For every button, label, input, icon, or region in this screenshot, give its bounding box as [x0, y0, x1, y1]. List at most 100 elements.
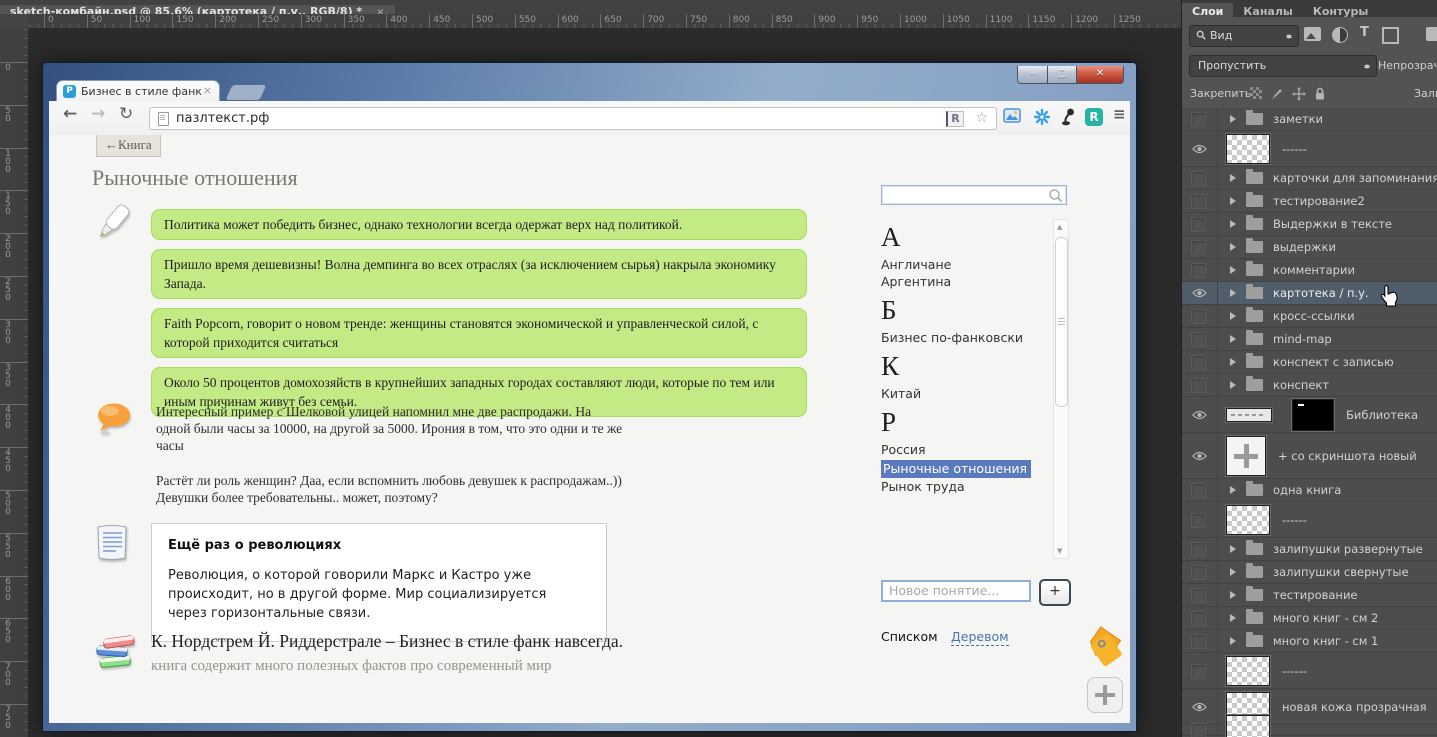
filter-pixel-layers-icon[interactable] — [1304, 27, 1321, 41]
visibility-toggle[interactable] — [1182, 538, 1218, 560]
visibility-toggle[interactable] — [1182, 328, 1218, 350]
index-item[interactable]: Рынок труда — [881, 478, 1049, 495]
layer-name[interactable]: mind-map — [1273, 332, 1332, 346]
layer-row-комментарии[interactable]: комментарии — [1182, 259, 1437, 282]
layer-name[interactable]: Библиотека — [1346, 408, 1418, 422]
expand-triangle-icon[interactable] — [1230, 115, 1240, 123]
expand-triangle-icon[interactable] — [1230, 289, 1240, 297]
eye-icon[interactable] — [1182, 282, 1218, 304]
browser-tab-close-icon[interactable]: × — [203, 84, 212, 97]
highlight-block-1[interactable]: Политика может победить бизнес, однако т… — [151, 209, 807, 240]
layer-row-------[interactable]: ------ — [1182, 131, 1437, 167]
eye-icon[interactable] — [1182, 397, 1218, 432]
visibility-toggle[interactable] — [1182, 561, 1218, 583]
visibility-toggle[interactable] — [1182, 213, 1218, 235]
search-input[interactable] — [881, 185, 1067, 205]
index-item[interactable]: Англичане — [881, 256, 1049, 273]
layer-name[interactable]: тестирование — [1273, 588, 1358, 602]
back-to-book-button[interactable]: ←Книга — [96, 135, 161, 157]
visibility-toggle[interactable] — [1182, 236, 1218, 258]
layer-row-тестирование2[interactable]: тестирование2 — [1182, 190, 1437, 213]
url-text[interactable]: пазлтекст.рф — [176, 111, 269, 126]
highlight-block-2[interactable]: Пришло время дешевизны! Волна демпинга в… — [151, 249, 807, 299]
layer-row-------[interactable]: ------ — [1182, 502, 1437, 538]
menu-icon[interactable]: ≡ — [1113, 105, 1126, 123]
browser-tab[interactable]: P Бизнес в стиле фанк × — [56, 80, 220, 102]
layer-row-одна книга[interactable]: одна книга — [1182, 479, 1437, 502]
highlight-block-3[interactable]: Faith Popcorn, говорит о новом тренде: ж… — [151, 308, 807, 358]
forward-icon[interactable]: → — [91, 104, 105, 124]
expand-triangle-icon[interactable] — [1230, 591, 1240, 599]
layer-name[interactable]: картотека / п.у. — [1273, 286, 1369, 300]
visibility-toggle[interactable] — [1182, 167, 1218, 189]
filter-type-layers-icon[interactable]: T — [1360, 25, 1369, 40]
address-bar[interactable]: пазлтекст.рф R ☆ — [149, 107, 997, 130]
layer-row-Библиотека[interactable]: Библиотека — [1182, 397, 1437, 433]
lock-pixels-icon[interactable] — [1270, 87, 1284, 101]
layer-row-много книг - см 2[interactable]: много книг - см 2 — [1182, 607, 1437, 630]
layer-name[interactable]: залипушки свернутые — [1273, 565, 1409, 579]
filter-shape-layers-icon[interactable] — [1382, 27, 1399, 44]
scroll-down-icon[interactable]: ▼ — [1057, 547, 1062, 555]
expand-triangle-icon[interactable] — [1230, 614, 1240, 622]
new-tab-button[interactable] — [225, 85, 267, 100]
layer-thumbnail[interactable] — [1225, 503, 1271, 536]
index-scrollbar[interactable]: ▲ ▼ — [1053, 219, 1069, 559]
visibility-toggle[interactable] — [1182, 305, 1218, 327]
layer-name[interactable]: кросс-ссылки — [1273, 309, 1355, 323]
visibility-toggle[interactable] — [1182, 723, 1218, 737]
expand-triangle-icon[interactable] — [1230, 266, 1240, 274]
expand-triangle-icon[interactable] — [1230, 174, 1240, 182]
layer-name[interactable]: одна книга — [1273, 483, 1341, 497]
lock-position-icon[interactable] — [1292, 87, 1306, 101]
layer-name[interactable]: ------ — [1282, 142, 1307, 156]
expand-triangle-icon[interactable] — [1230, 568, 1240, 576]
visibility-toggle[interactable] — [1182, 374, 1218, 396]
index-item[interactable]: Рыночные отношения — [881, 460, 1032, 478]
layer-name[interactable]: конспект с записью — [1273, 355, 1394, 369]
layer-name[interactable]: много книг - см 1 — [1273, 634, 1378, 648]
book-title[interactable]: К. Нордстрем Й. Риддерстрале – Бизнес в … — [151, 631, 623, 652]
layer-row-новая кожа прозрачная[interactable]: новая кожа прозрачная — [1182, 689, 1437, 725]
lock-all-icon[interactable] — [1314, 87, 1326, 101]
visibility-toggle[interactable] — [1182, 653, 1218, 688]
expand-triangle-icon[interactable] — [1230, 220, 1240, 228]
layer-row-Выдержки в тексте[interactable]: Выдержки в тексте — [1182, 213, 1437, 236]
lock-transparency-icon[interactable] — [1250, 87, 1262, 99]
eye-icon[interactable] — [1182, 689, 1218, 724]
layer-thumbnail[interactable] — [1225, 132, 1271, 165]
filter-adjustment-layers-icon[interactable] — [1332, 27, 1348, 43]
layer-thumbnail[interactable] — [1225, 654, 1271, 687]
layer-name[interactable]: + со скриншота новый — [1278, 449, 1417, 463]
back-icon[interactable]: ← — [63, 104, 77, 124]
layer-row-partial[interactable] — [1182, 714, 1437, 737]
layer-thumbnail[interactable] — [1225, 714, 1271, 737]
layer-name[interactable]: тестирование2 — [1273, 194, 1365, 208]
scroll-up-icon[interactable]: ▲ — [1057, 223, 1062, 231]
layer-name[interactable]: карточки для запоминания — [1273, 171, 1437, 185]
maximize-button[interactable]: ▢ — [1047, 66, 1077, 84]
layer-row-------[interactable]: ------ — [1182, 653, 1437, 689]
layer-row-заметки[interactable]: заметки — [1182, 108, 1437, 131]
add-concept-button[interactable]: + — [1039, 579, 1071, 606]
expand-triangle-icon[interactable] — [1230, 381, 1240, 389]
layer-name[interactable]: конспект — [1273, 378, 1329, 392]
layer-row-конспект с записью[interactable]: конспект с записью — [1182, 351, 1437, 374]
view-as-list-label[interactable]: Списком — [881, 629, 938, 644]
minimize-button[interactable]: – — [1017, 66, 1048, 84]
layer-name[interactable]: комментарии — [1273, 263, 1355, 277]
scrollbar-thumb[interactable] — [1055, 237, 1068, 407]
expand-triangle-icon[interactable] — [1230, 545, 1240, 553]
close-button[interactable]: ✕ — [1076, 66, 1124, 84]
index-item[interactable]: Китай — [881, 385, 1049, 402]
view-as-tree-link[interactable]: Деревом — [951, 629, 1009, 646]
layer-thumbnail[interactable] — [1225, 406, 1273, 423]
layer-name[interactable]: ------ — [1282, 513, 1307, 527]
layer-row-mind-map[interactable]: mind-map — [1182, 328, 1437, 351]
tag-icon[interactable] — [1084, 625, 1128, 675]
visibility-toggle[interactable] — [1182, 190, 1218, 212]
filter-type-dropdown[interactable]: Вид — [1189, 25, 1299, 47]
layer-name[interactable]: залипушки развернутые — [1273, 542, 1423, 556]
new-concept-input[interactable]: Новое понятие... — [881, 580, 1031, 602]
reading-mode-icon[interactable]: R — [946, 111, 964, 127]
